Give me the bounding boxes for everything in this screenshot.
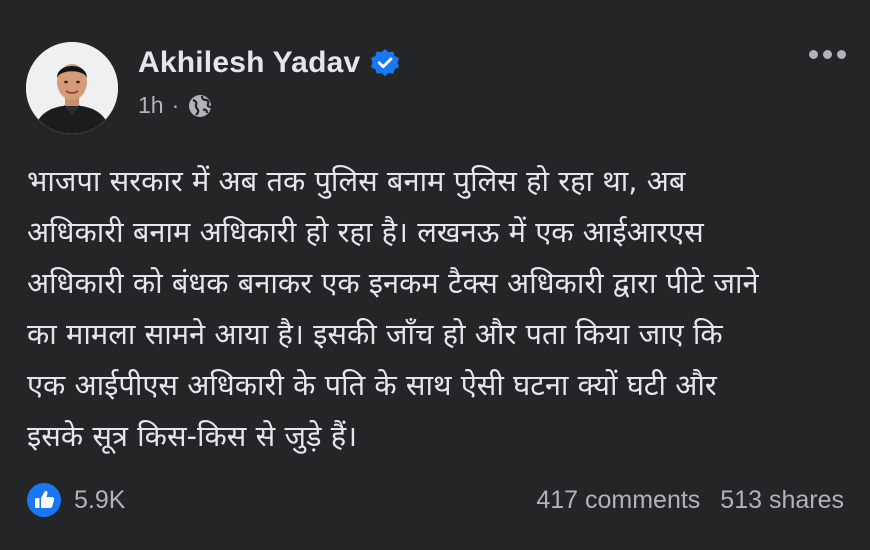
post-card: Akhilesh Yadav 1h · भाजपा सरकार में अब त… xyxy=(0,0,870,550)
dot-icon xyxy=(837,50,846,59)
author-row: Akhilesh Yadav xyxy=(138,46,400,80)
like-icon xyxy=(26,482,62,518)
avatar-portrait xyxy=(26,42,118,134)
post-line: अधिकारी को बंधक बनाकर एक इनकम टैक्स अधिक… xyxy=(27,266,759,300)
post-timestamp[interactable]: 1h xyxy=(138,92,164,119)
post-meta: 1h · xyxy=(138,92,213,119)
reactions-count: 5.9K xyxy=(74,485,126,514)
post-line: इसके सूत्र किस-किस से जुड़े हैं। xyxy=(27,419,358,453)
shares-count-link[interactable]: 513 shares xyxy=(720,486,844,515)
dot-icon xyxy=(809,50,818,59)
author-name[interactable]: Akhilesh Yadav xyxy=(138,46,360,80)
post-footer: 5.9K 417 comments 513 shares xyxy=(26,480,844,520)
comments-count-link[interactable]: 417 comments xyxy=(536,486,700,515)
verified-badge-icon xyxy=(370,48,400,78)
reactions-summary[interactable]: 5.9K xyxy=(26,482,125,518)
engagement-stats: 417 comments 513 shares xyxy=(536,486,844,515)
author-avatar[interactable] xyxy=(26,42,118,134)
post-line: का मामला सामने आया है। इसकी जाँच हो और प… xyxy=(27,317,723,351)
globe-icon[interactable] xyxy=(187,93,213,119)
post-line: अधिकारी बनाम अधिकारी हो रहा है। लखनऊ में… xyxy=(27,215,704,249)
post-line: भाजपा सरकार में अब तक पुलिस बनाम पुलिस ह… xyxy=(27,164,686,198)
meta-separator: · xyxy=(171,92,180,118)
post-line: एक आईपीएस अधिकारी के पति के साथ ऐसी घटना… xyxy=(27,368,717,402)
dot-icon xyxy=(823,50,832,59)
more-options-button[interactable] xyxy=(809,50,846,59)
post-body: भाजपा सरकार में अब तक पुलिस बनाम पुलिस ह… xyxy=(27,156,842,462)
